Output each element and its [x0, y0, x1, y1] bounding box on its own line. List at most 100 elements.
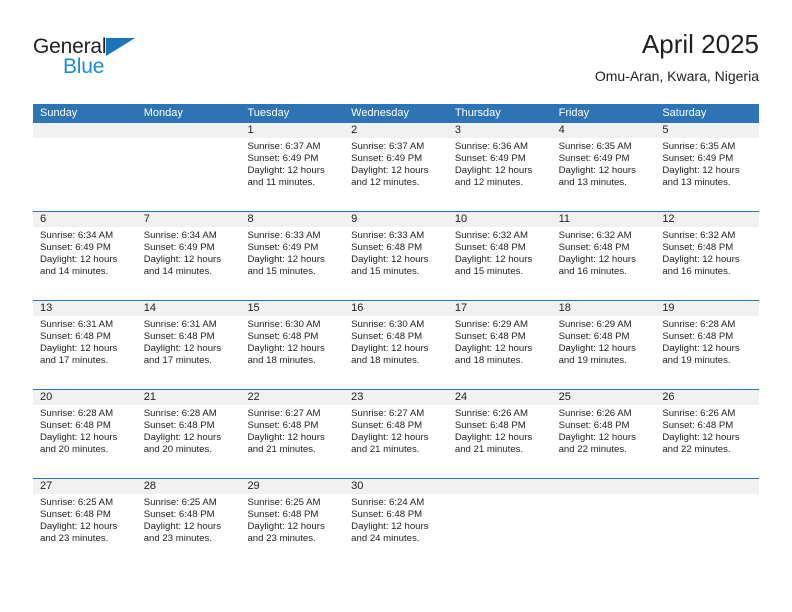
sunrise-text: Sunrise: 6:34 AM: [40, 230, 114, 241]
daylight-text-line2: and 16 minutes.: [558, 266, 627, 278]
calendar-day-cell[interactable]: 10 Sunrise: 6:32 AM Sunset: 6:48 PM Dayligh…: [447, 212, 552, 300]
daylight-text-line1: Daylight: 12 hours: [143, 343, 222, 355]
calendar-day-cell[interactable]: 9 Sunrise: 6:33 AM Sunset: 6:48 PM Daylight…: [344, 212, 448, 300]
day-number: 12: [655, 212, 760, 227]
calendar-week-cells: 27 Sunrise: 6:25 AM Sunset: 6:48 PM Dayligh…: [33, 479, 760, 567]
day-sun-info: Sunrise: 6:26 AM Sunset: 6:48 PM Daylight:…: [655, 405, 759, 456]
calendar-day-cell[interactable]: 29 Sunrise: 6:25 AM Sunset: 6:48 PM Dayligh…: [240, 479, 345, 567]
calendar-day-cell[interactable]: 20 Sunrise: 6:28 AM Sunset: 6:48 PM Dayligh…: [33, 390, 137, 478]
day-sun-info: Sunrise: 6:28 AM Sunset: 6:48 PM Daylight:…: [655, 316, 759, 367]
daylight-text-line2: and 13 minutes.: [558, 177, 627, 189]
calendar-day-cell[interactable]: 16 Sunrise: 6:30 AM Sunset: 6:48 PM Dayligh…: [344, 301, 448, 389]
calendar-day-cell[interactable]: 3 Sunrise: 6:36 AM Sunset: 6:49 PM Daylight…: [447, 123, 552, 211]
calendar-day-cell[interactable]: 5 Sunrise: 6:35 AM Sunset: 6:49 PM Daylight…: [655, 123, 760, 211]
sunrise-text: Sunrise: 6:24 AM: [351, 497, 425, 508]
calendar-day-cell[interactable]: 17 Sunrise: 6:29 AM Sunset: 6:48 PM Dayligh…: [447, 301, 552, 389]
daylight-text-line2: and 17 minutes.: [40, 355, 109, 367]
calendar-day-cell[interactable]: 2 Sunrise: 6:37 AM Sunset: 6:49 PM Daylight…: [344, 123, 448, 211]
sunset-text: Sunset: 6:49 PM: [247, 242, 319, 254]
day-number: 18: [551, 301, 656, 316]
day-sun-info: Sunrise: 6:34 AM Sunset: 6:49 PM Daylight:…: [137, 227, 241, 278]
calendar-day-cell[interactable]: 14 Sunrise: 6:31 AM Sunset: 6:48 PM Dayligh…: [136, 301, 241, 389]
calendar-week-row: 13 Sunrise: 6:31 AM Sunset: 6:48 PM Dayligh…: [33, 300, 760, 389]
calendar-day-cell[interactable]: 25 Sunrise: 6:26 AM Sunset: 6:48 PM Dayligh…: [551, 390, 656, 478]
page-header: General Blue April 2025 Omu-Aran, Kwara,…: [33, 28, 759, 100]
day-sun-info: Sunrise: 6:27 AM Sunset: 6:48 PM Daylight:…: [344, 405, 448, 456]
sunset-text: Sunset: 6:48 PM: [351, 242, 423, 254]
sunrise-text: Sunrise: 6:36 AM: [454, 141, 528, 152]
day-sun-info: Sunrise: 6:30 AM Sunset: 6:48 PM Daylight:…: [240, 316, 344, 367]
calendar-day-cell[interactable]: 19 Sunrise: 6:28 AM Sunset: 6:48 PM Dayligh…: [655, 301, 760, 389]
calendar-day-cell[interactable]: 12 Sunrise: 6:32 AM Sunset: 6:48 PM Dayligh…: [655, 212, 760, 300]
daylight-text-line2: and 17 minutes.: [143, 355, 212, 367]
day-number: 4: [551, 123, 656, 138]
sunrise-text: Sunrise: 6:26 AM: [558, 408, 632, 419]
calendar-week-row: 6 Sunrise: 6:34 AM Sunset: 6:49 PM Daylight…: [33, 211, 760, 300]
calendar-day-cell[interactable]: 13 Sunrise: 6:31 AM Sunset: 6:48 PM Dayligh…: [33, 301, 137, 389]
calendar-day-cell[interactable]: 22 Sunrise: 6:27 AM Sunset: 6:48 PM Dayligh…: [240, 390, 345, 478]
calendar-day-cell[interactable]: 7 Sunrise: 6:34 AM Sunset: 6:49 PM Daylight…: [136, 212, 241, 300]
sunrise-text: Sunrise: 6:33 AM: [351, 230, 425, 241]
calendar-day-cell[interactable]: 26 Sunrise: 6:26 AM Sunset: 6:48 PM Dayligh…: [655, 390, 760, 478]
sunrise-text: Sunrise: 6:37 AM: [247, 141, 321, 152]
sunset-text: Sunset: 6:48 PM: [40, 509, 111, 521]
sunset-text: Sunset: 6:49 PM: [351, 153, 423, 165]
daylight-text-line1: Daylight: 12 hours: [454, 432, 533, 444]
calendar-day-cell[interactable]: 8 Sunrise: 6:33 AM Sunset: 6:49 PM Daylight…: [240, 212, 345, 300]
sunset-text: Sunset: 6:48 PM: [351, 331, 423, 343]
weekday-header-thursday: Thursday: [454, 107, 501, 119]
day-number: 2: [344, 123, 448, 138]
calendar-day-cell[interactable]: 15 Sunrise: 6:30 AM Sunset: 6:48 PM Dayligh…: [240, 301, 345, 389]
logo-triangle-icon: [106, 38, 135, 56]
sunset-text: Sunset: 6:48 PM: [143, 509, 215, 521]
calendar-day-cell-empty: [447, 479, 552, 567]
day-number: 9: [344, 212, 448, 227]
sunset-text: Sunset: 6:49 PM: [662, 153, 734, 165]
day-number: 17: [447, 301, 552, 316]
sunrise-text: Sunrise: 6:35 AM: [662, 141, 736, 152]
calendar-day-cell[interactable]: 6 Sunrise: 6:34 AM Sunset: 6:49 PM Daylight…: [33, 212, 137, 300]
day-sun-info: Sunrise: 6:28 AM Sunset: 6:48 PM Daylight:…: [33, 405, 137, 456]
daylight-text-line2: and 19 minutes.: [558, 355, 627, 367]
weekday-header-friday: Friday: [558, 107, 590, 119]
sunrise-text: Sunrise: 6:29 AM: [558, 319, 632, 330]
calendar-day-cell[interactable]: 28 Sunrise: 6:25 AM Sunset: 6:48 PM Dayligh…: [136, 479, 241, 567]
calendar-day-cell[interactable]: 24 Sunrise: 6:26 AM Sunset: 6:48 PM Dayligh…: [447, 390, 552, 478]
daylight-text-line2: and 21 minutes.: [454, 444, 524, 456]
day-sun-info: Sunrise: 6:28 AM Sunset: 6:48 PM Daylight:…: [137, 405, 241, 456]
calendar-day-cell[interactable]: 23 Sunrise: 6:27 AM Sunset: 6:48 PM Dayligh…: [344, 390, 448, 478]
calendar-day-cell[interactable]: 11 Sunrise: 6:32 AM Sunset: 6:48 PM Dayligh…: [551, 212, 656, 300]
sunrise-text: Sunrise: 6:31 AM: [40, 319, 114, 330]
sunrise-text: Sunrise: 6:26 AM: [662, 408, 736, 419]
sunrise-text: Sunrise: 6:29 AM: [454, 319, 528, 330]
daylight-text-line2: and 20 minutes.: [143, 444, 212, 456]
daylight-text-line1: Daylight: 12 hours: [247, 165, 325, 177]
calendar-day-cell[interactable]: 4 Sunrise: 6:35 AM Sunset: 6:49 PM Daylight…: [551, 123, 656, 211]
calendar-day-cell[interactable]: 1 Sunrise: 6:37 AM Sunset: 6:49 PM Daylight…: [240, 123, 345, 211]
calendar-week-row: 27 Sunrise: 6:25 AM Sunset: 6:48 PM Dayligh…: [33, 478, 760, 567]
sunset-text: Sunset: 6:49 PM: [40, 242, 111, 254]
calendar-weeks: 1 Sunrise: 6:37 AM Sunset: 6:49 PM Daylight…: [33, 123, 760, 567]
sunrise-text: Sunrise: 6:26 AM: [454, 408, 528, 419]
day-number: 26: [655, 390, 760, 405]
calendar-page: General Blue April 2025 Omu-Aran, Kwara,…: [0, 0, 792, 612]
calendar-day-cell[interactable]: 30 Sunrise: 6:24 AM Sunset: 6:48 PM Dayligh…: [344, 479, 448, 567]
calendar-day-cell[interactable]: 21 Sunrise: 6:28 AM Sunset: 6:48 PM Dayligh…: [136, 390, 241, 478]
day-sun-info: Sunrise: 6:32 AM Sunset: 6:48 PM Daylight:…: [552, 227, 656, 278]
sunset-text: Sunset: 6:49 PM: [558, 153, 630, 165]
day-number: [447, 479, 552, 494]
sunrise-text: Sunrise: 6:25 AM: [143, 497, 217, 508]
day-number: 20: [33, 390, 137, 405]
day-sun-info: Sunrise: 6:31 AM Sunset: 6:48 PM Daylight:…: [33, 316, 137, 367]
daylight-text-line2: and 18 minutes.: [454, 355, 524, 367]
calendar-day-cell[interactable]: 18 Sunrise: 6:29 AM Sunset: 6:48 PM Dayligh…: [551, 301, 656, 389]
day-number: 29: [240, 479, 345, 494]
sunrise-text: Sunrise: 6:37 AM: [351, 141, 425, 152]
daylight-text-line1: Daylight: 12 hours: [558, 343, 636, 355]
daylight-text-line2: and 23 minutes.: [40, 533, 109, 545]
sunrise-text: Sunrise: 6:33 AM: [247, 230, 321, 241]
calendar-day-cell[interactable]: 27 Sunrise: 6:25 AM Sunset: 6:48 PM Dayligh…: [33, 479, 137, 567]
daylight-text-line1: Daylight: 12 hours: [558, 432, 636, 444]
day-number: 15: [240, 301, 345, 316]
sunrise-text: Sunrise: 6:34 AM: [143, 230, 217, 241]
